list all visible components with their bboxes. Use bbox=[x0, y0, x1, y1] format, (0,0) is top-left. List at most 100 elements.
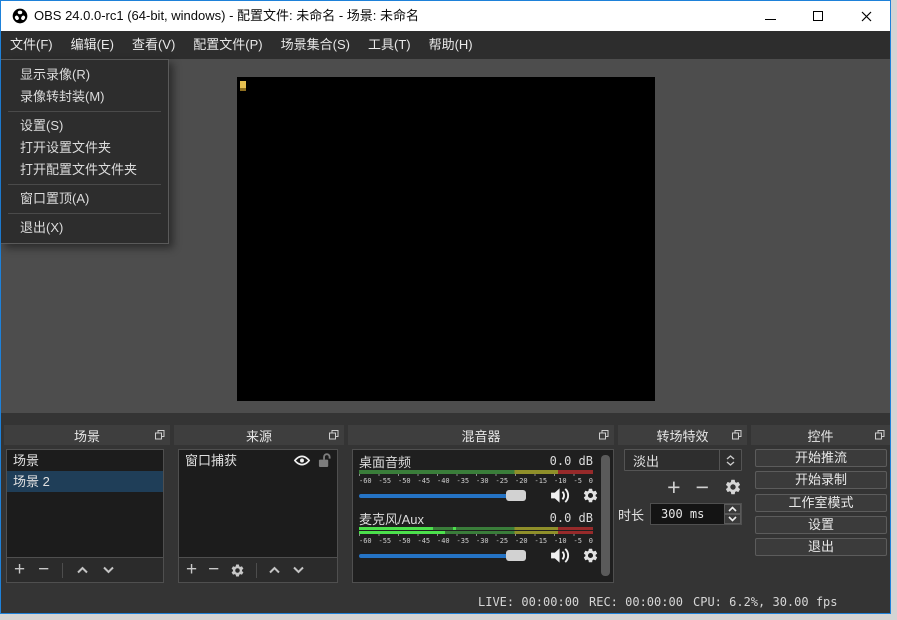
minimize-button[interactable] bbox=[746, 1, 794, 31]
mixer-scrollbar[interactable] bbox=[601, 455, 610, 576]
source-unlocked-icon[interactable] bbox=[318, 453, 331, 468]
scene-list-item[interactable]: 场景 2 bbox=[7, 471, 163, 492]
scenes-dock-header: 场景 bbox=[4, 425, 170, 445]
remove-transition-button[interactable]: − bbox=[696, 477, 709, 497]
move-scene-down-button[interactable] bbox=[102, 566, 115, 574]
source-list-item[interactable]: 窗口捕获 bbox=[179, 450, 337, 471]
studio-mode-button[interactable]: 工作室模式 bbox=[755, 494, 887, 512]
scene-list-item[interactable]: 场景 bbox=[7, 450, 163, 471]
add-scene-button[interactable]: + bbox=[14, 559, 25, 581]
transition-select[interactable]: 淡出 bbox=[624, 449, 742, 471]
scenes-panel: 场景 场景 2 + − bbox=[6, 449, 164, 583]
channel-level-db: 0.0 dB bbox=[550, 511, 593, 525]
menu-file[interactable]: 文件(F) bbox=[1, 31, 62, 59]
menu-item-exit[interactable]: 退出(X) bbox=[1, 217, 168, 239]
undock-icon[interactable] bbox=[329, 430, 339, 440]
titlebar: OBS 24.0.0-rc1 (64-bit, windows) - 配置文件:… bbox=[1, 1, 890, 31]
transition-duration-row: 时长 300 ms bbox=[618, 503, 742, 525]
start-recording-button[interactable]: 开始录制 bbox=[755, 471, 887, 489]
window-title: OBS 24.0.0-rc1 (64-bit, windows) - 配置文件:… bbox=[34, 1, 419, 31]
scene-name: 场景 bbox=[13, 450, 157, 471]
volume-slider[interactable] bbox=[359, 489, 541, 502]
volume-meter bbox=[359, 527, 593, 530]
chevron-down-icon bbox=[726, 461, 735, 466]
mute-speaker-button[interactable] bbox=[549, 487, 572, 504]
volume-slider-handle[interactable] bbox=[506, 490, 526, 501]
sources-dock-header: 来源 bbox=[174, 425, 344, 445]
duration-value: 300 ms bbox=[661, 504, 704, 524]
source-visibility-eye-icon[interactable] bbox=[293, 455, 311, 466]
duration-spinbox[interactable]: 300 ms bbox=[650, 503, 742, 525]
menu-item-show-profile-folder[interactable]: 打开配置文件文件夹 bbox=[1, 159, 168, 181]
source-name: 窗口捕获 bbox=[185, 450, 293, 471]
undock-icon[interactable] bbox=[732, 430, 742, 440]
status-cpu-fps: CPU: 6.2%, 30.00 fps bbox=[693, 595, 838, 609]
toolbar-separator bbox=[256, 563, 257, 578]
add-transition-button[interactable]: + bbox=[667, 477, 680, 497]
channel-name: 麦克风/Aux bbox=[359, 509, 424, 528]
chevron-up-icon bbox=[728, 506, 737, 512]
transitions-dock-header: 转场特效 bbox=[618, 425, 747, 445]
status-rec-time: REC: 00:00:00 bbox=[589, 595, 683, 609]
menu-view[interactable]: 查看(V) bbox=[123, 31, 184, 59]
capture-content-artifact bbox=[240, 81, 246, 91]
menu-separator bbox=[8, 213, 161, 214]
mixer-panel: 桌面音频 0.0 dB -60-55-50-45-40-35-30-25-20-… bbox=[352, 449, 614, 583]
menu-scene-collection[interactable]: 场景集合(S) bbox=[272, 31, 359, 59]
settings-button[interactable]: 设置 bbox=[755, 516, 887, 534]
undock-icon[interactable] bbox=[875, 430, 885, 440]
move-scene-up-button[interactable] bbox=[76, 566, 89, 574]
undock-icon[interactable] bbox=[155, 430, 165, 440]
scenes-dock-title: 场景 bbox=[74, 426, 100, 445]
undock-icon[interactable] bbox=[599, 430, 609, 440]
menu-profile[interactable]: 配置文件(P) bbox=[184, 31, 271, 59]
move-source-up-button[interactable] bbox=[268, 566, 281, 574]
channel-name: 桌面音频 bbox=[359, 452, 411, 471]
duration-decrease-button[interactable] bbox=[724, 514, 741, 524]
menu-item-remux-recordings[interactable]: 录像转封装(M) bbox=[1, 86, 168, 108]
controls-dock-header: 控件 bbox=[751, 425, 890, 445]
close-button[interactable] bbox=[842, 1, 890, 31]
scenes-list: 场景 场景 2 bbox=[7, 450, 163, 557]
move-source-down-button[interactable] bbox=[292, 566, 305, 574]
video-preview-canvas[interactable] bbox=[237, 77, 655, 401]
exit-button[interactable]: 退出 bbox=[755, 538, 887, 556]
menu-edit[interactable]: 编辑(E) bbox=[62, 31, 123, 59]
menu-tools[interactable]: 工具(T) bbox=[359, 31, 420, 59]
transitions-dock-title: 转场特效 bbox=[656, 426, 708, 445]
menu-help[interactable]: 帮助(H) bbox=[420, 31, 482, 59]
toolbar-separator bbox=[62, 563, 63, 578]
transitions-toolbar: + − bbox=[624, 476, 742, 498]
meter-scale: -60-55-50-45-40-35-30-25-20-15-10-50 bbox=[359, 534, 593, 545]
add-source-button[interactable]: + bbox=[186, 559, 197, 581]
meter-scale: -60-55-50-45-40-35-30-25-20-15-10-50 bbox=[359, 474, 593, 485]
start-streaming-button[interactable]: 开始推流 bbox=[755, 449, 887, 467]
menu-item-show-settings-folder[interactable]: 打开设置文件夹 bbox=[1, 137, 168, 159]
maximize-button[interactable] bbox=[794, 1, 842, 31]
duration-increase-button[interactable] bbox=[724, 504, 741, 514]
mixer-dock-title: 混音器 bbox=[461, 426, 500, 445]
status-live-time: LIVE: 00:00:00 bbox=[478, 595, 579, 609]
transition-properties-gear-button[interactable] bbox=[724, 478, 742, 496]
menu-item-settings[interactable]: 设置(S) bbox=[1, 115, 168, 137]
obs-logo-icon bbox=[12, 8, 28, 24]
remove-scene-button[interactable]: − bbox=[38, 559, 49, 581]
menu-item-always-on-top[interactable]: 窗口置顶(A) bbox=[1, 188, 168, 210]
remove-source-button[interactable]: − bbox=[208, 559, 219, 581]
minimize-icon bbox=[765, 19, 776, 20]
file-menu-dropdown: 显示录像(R) 录像转封装(M) 设置(S) 打开设置文件夹 打开配置文件文件夹… bbox=[1, 59, 169, 244]
volume-slider[interactable] bbox=[359, 549, 541, 562]
volume-slider-handle[interactable] bbox=[506, 550, 526, 561]
sources-toolbar: + − bbox=[179, 557, 337, 582]
channel-settings-gear-button[interactable] bbox=[582, 487, 599, 504]
chevron-down-icon bbox=[728, 516, 737, 522]
menubar: 文件(F) 编辑(E) 查看(V) 配置文件(P) 场景集合(S) 工具(T) … bbox=[1, 31, 890, 59]
source-properties-gear-button[interactable] bbox=[230, 563, 245, 578]
scene-name: 场景 2 bbox=[13, 471, 157, 492]
mute-speaker-button[interactable] bbox=[549, 547, 572, 564]
menu-item-show-recordings[interactable]: 显示录像(R) bbox=[1, 64, 168, 86]
sources-list: 窗口捕获 bbox=[179, 450, 337, 557]
channel-level-db: 0.0 dB bbox=[550, 454, 593, 468]
menu-separator bbox=[8, 184, 161, 185]
channel-settings-gear-button[interactable] bbox=[582, 547, 599, 564]
